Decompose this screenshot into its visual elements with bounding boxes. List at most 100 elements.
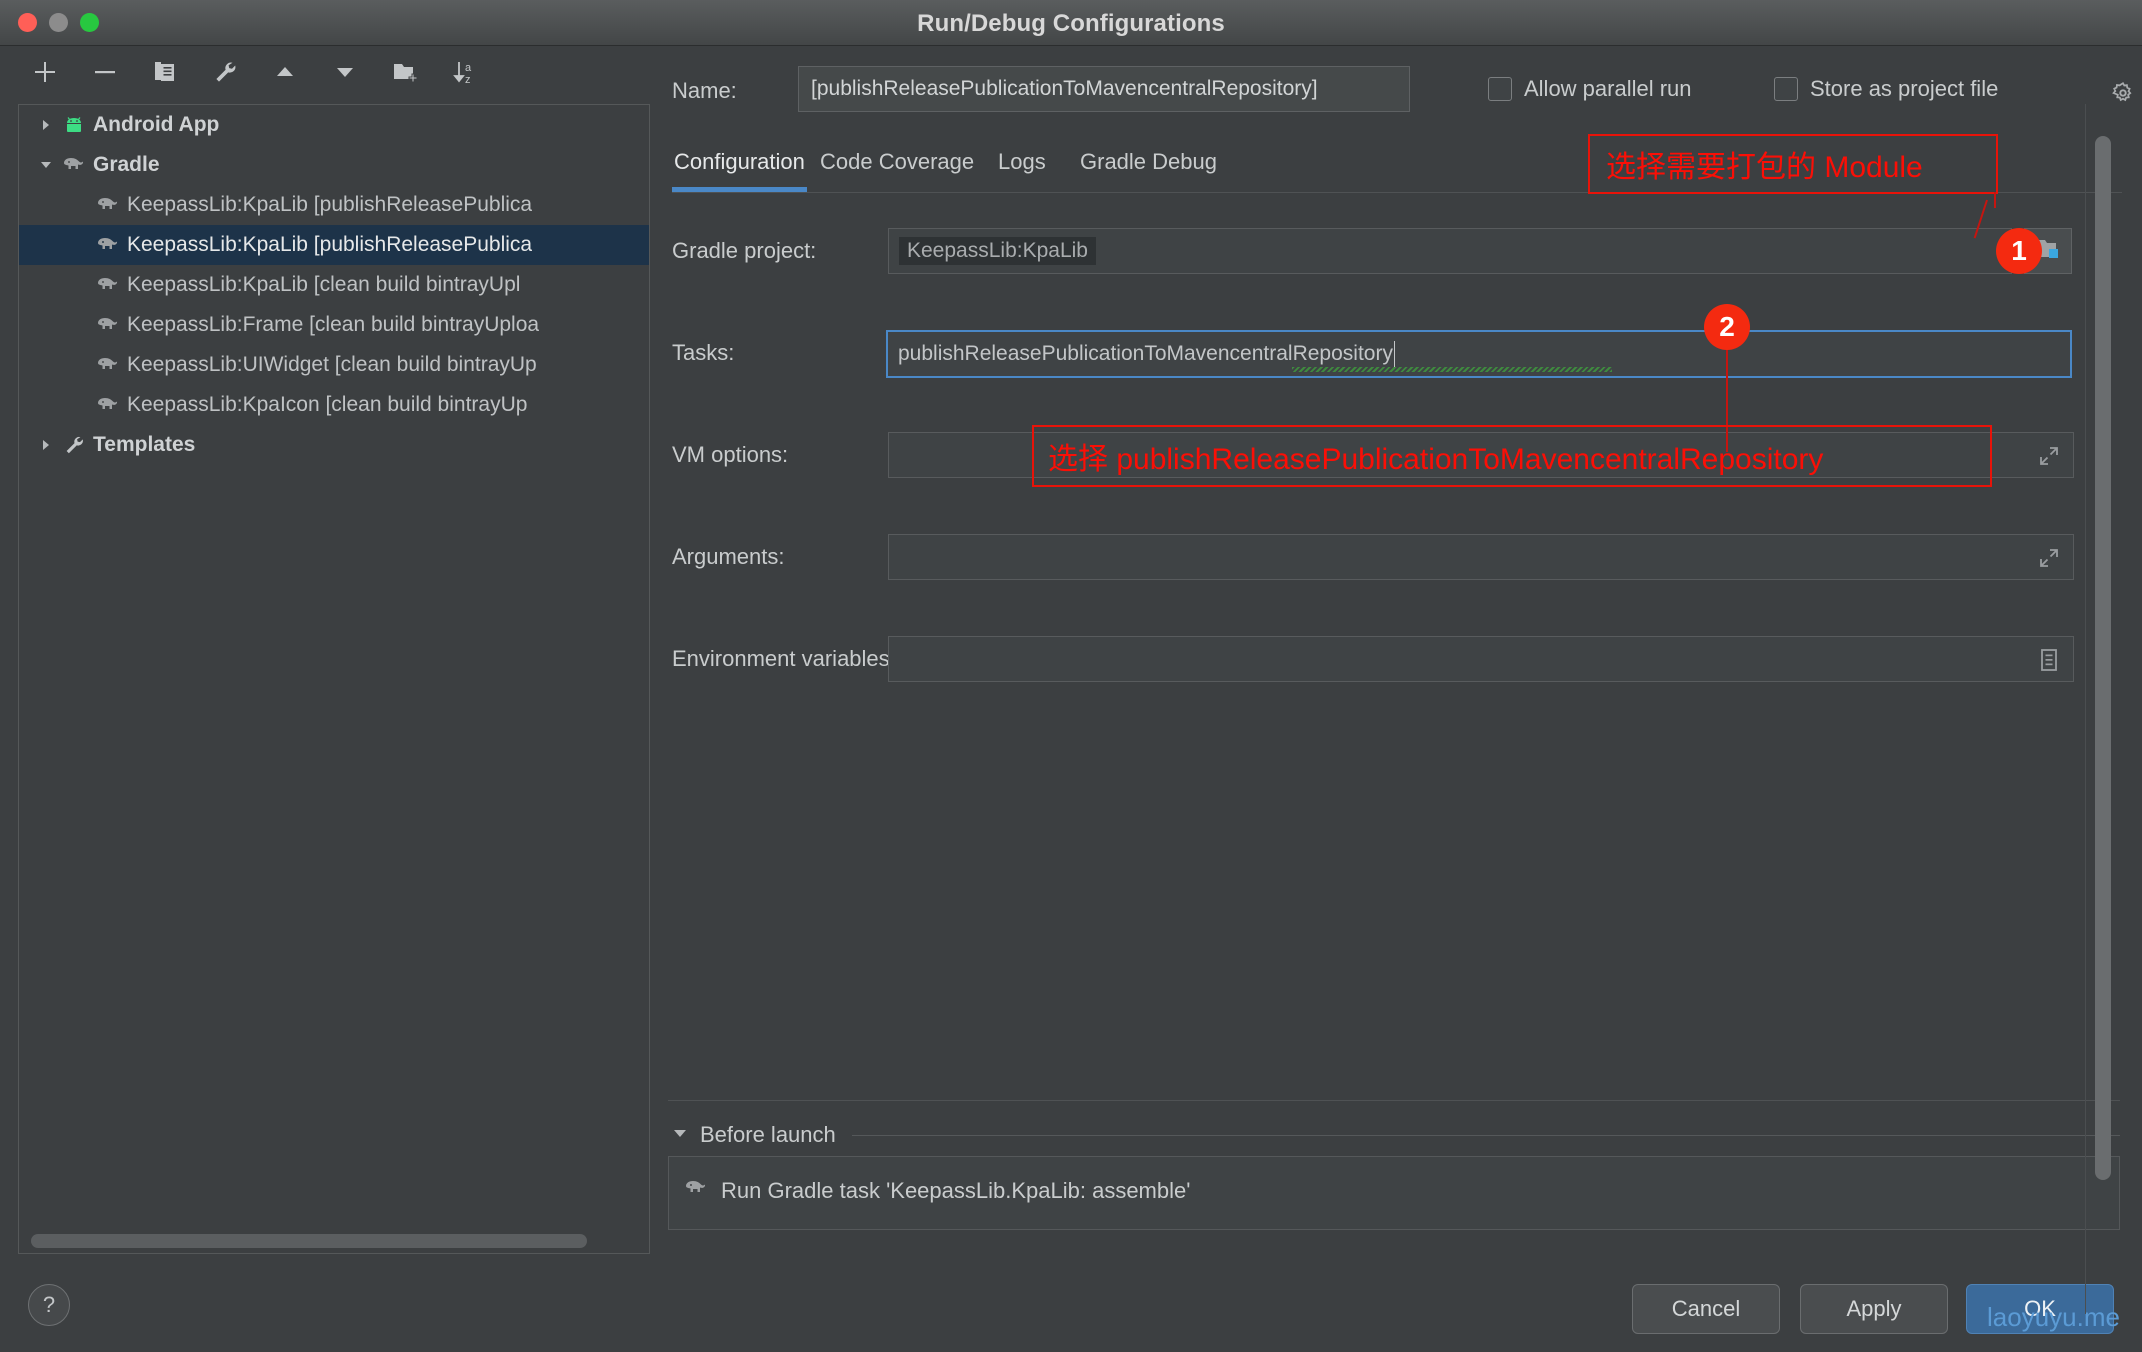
remove-configuration-button[interactable]	[86, 54, 124, 90]
tasks-label: Tasks:	[672, 340, 735, 365]
tree-item-label: KeepassLib:KpaLib [publishReleasePublica	[127, 193, 533, 216]
gradle-elephant-icon	[93, 395, 123, 415]
arguments-row: Arguments:	[672, 534, 2074, 580]
window-titlebar: Run/Debug Configurations	[0, 0, 2142, 46]
gradle-elephant-icon	[93, 195, 123, 215]
tree-item-label: KeepassLib:KpaIcon [clean build bintrayU…	[127, 393, 528, 416]
gradle-elephant-icon	[93, 235, 123, 255]
tree-item-config-3[interactable]: KeepassLib:Frame [clean build bintrayUpl…	[19, 305, 649, 345]
configuration-form: Gradle project: KeepassLib:KpaLib Tasks:	[652, 196, 2074, 836]
tree-item-label: Gradle	[93, 153, 160, 176]
configurations-tree-panel: Android App Gradle KeepassLib:KpaLib [pu…	[18, 104, 650, 1254]
expand-arrows-icon[interactable]	[2026, 434, 2072, 478]
gear-icon[interactable]	[2110, 80, 2136, 111]
allow-parallel-run-label: Allow parallel run	[1524, 76, 1692, 101]
annotation-leader-1a	[1994, 192, 1996, 208]
tree-item-android-app[interactable]: Android App	[19, 105, 649, 145]
add-configuration-button[interactable]	[26, 54, 64, 90]
gradle-elephant-icon	[93, 275, 123, 295]
tree-item-config-5[interactable]: KeepassLib:KpaIcon [clean build bintrayU…	[19, 385, 649, 425]
before-launch-rule	[852, 1135, 2120, 1136]
gradle-elephant-icon	[93, 355, 123, 375]
gradle-elephant-icon	[683, 1178, 709, 1204]
tab-label: Configuration	[674, 149, 805, 174]
arguments-input[interactable]	[888, 534, 2074, 580]
configurations-toolbar: a z	[0, 46, 650, 98]
environment-variables-input[interactable]	[888, 636, 2074, 682]
move-down-button[interactable]	[326, 54, 364, 90]
gradle-project-label: Gradle project:	[672, 238, 817, 263]
help-button[interactable]: ?	[28, 1284, 70, 1326]
tree-item-label: Android App	[93, 113, 220, 136]
pane-divider	[2085, 104, 2086, 1314]
tree-item-gradle[interactable]: Gradle	[19, 145, 649, 185]
tree-item-templates[interactable]: Templates	[19, 425, 649, 465]
android-icon	[59, 113, 89, 137]
vm-options-label: VM options:	[672, 442, 789, 467]
svg-text:a: a	[465, 62, 472, 74]
annotation-badge-1: 1	[1996, 228, 2042, 274]
gradle-project-input[interactable]: KeepassLib:KpaLib	[888, 228, 2012, 274]
gradle-elephant-icon	[93, 315, 123, 335]
name-label: Name:	[672, 78, 737, 103]
gradle-project-row: Gradle project: KeepassLib:KpaLib	[672, 228, 2072, 274]
wrench-icon	[59, 433, 89, 457]
chevron-down-icon[interactable]	[33, 158, 59, 172]
sort-button[interactable]: a z	[446, 54, 484, 90]
before-launch-list[interactable]: Run Gradle task 'KeepassLib.KpaLib: asse…	[668, 1156, 2120, 1230]
arguments-label: Arguments:	[672, 544, 785, 569]
annotation-badge-2: 2	[1704, 304, 1750, 350]
annotation-task-text: 选择 publishReleasePublicationToMavencentr…	[1048, 443, 1824, 476]
chevron-right-icon[interactable]	[33, 118, 59, 132]
annotation-module-text: 选择需要打包的 Module	[1606, 151, 1923, 184]
tree-item-label: Templates	[93, 433, 196, 456]
list-edit-icon[interactable]	[2026, 638, 2072, 682]
new-folder-button[interactable]	[386, 54, 424, 90]
before-launch-item-label: Run Gradle task 'KeepassLib.KpaLib: asse…	[721, 1178, 1191, 1203]
tree-item-label: KeepassLib:KpaLib [clean build bintrayUp…	[127, 273, 521, 296]
watermark: laoyuyu.me	[1987, 1302, 2120, 1332]
copy-configuration-button[interactable]	[146, 54, 184, 90]
text-caret	[1393, 341, 1395, 367]
tree-item-config-1[interactable]: KeepassLib:KpaLib [publishReleasePublica	[19, 225, 649, 265]
tree-horizontal-scrollbar[interactable]	[31, 1234, 587, 1248]
triangle-down-icon[interactable]	[672, 1125, 688, 1146]
tab-code-coverage[interactable]: Code Coverage	[818, 134, 976, 190]
svg-text:z: z	[465, 74, 471, 86]
tree-item-label: KeepassLib:UIWidget [clean build bintray…	[127, 353, 537, 376]
cancel-button[interactable]: Cancel	[1632, 1284, 1780, 1334]
tree-item-config-2[interactable]: KeepassLib:KpaLib [clean build bintrayUp…	[19, 265, 649, 305]
before-launch-separator	[668, 1100, 2120, 1101]
name-input[interactable]	[798, 66, 1410, 112]
before-launch-header[interactable]: Before launch	[672, 1122, 836, 1148]
spellcheck-squiggle	[1292, 367, 1612, 372]
apply-button[interactable]: Apply	[1800, 1284, 1948, 1334]
tasks-input[interactable]: publishReleasePublicationToMavencentralR…	[886, 330, 2072, 378]
run-debug-configurations-dialog: Run/Debug Configurations a z Android App…	[0, 0, 2142, 1352]
environment-variables-label: Environment variables:	[672, 646, 896, 671]
tab-logs[interactable]: Logs	[996, 134, 1048, 190]
expand-arrows-icon[interactable]	[2026, 536, 2072, 580]
tree-item-config-4[interactable]: KeepassLib:UIWidget [clean build bintray…	[19, 345, 649, 385]
tree-item-config-0[interactable]: KeepassLib:KpaLib [publishReleasePublica	[19, 185, 649, 225]
store-as-project-file-label: Store as project file	[1810, 76, 1999, 101]
move-up-button[interactable]	[266, 54, 304, 90]
annotation-box-module: 选择需要打包的 Module	[1588, 134, 1998, 194]
tab-gradle-debug[interactable]: Gradle Debug	[1078, 134, 1219, 190]
checkbox-box[interactable]	[1488, 77, 1512, 101]
tab-label: Logs	[998, 149, 1046, 174]
annotation-box-task: 选择 publishReleasePublicationToMavencentr…	[1032, 425, 1992, 487]
tab-label: Gradle Debug	[1080, 149, 1217, 174]
store-as-project-file-checkbox[interactable]: Store as project file	[1774, 76, 1998, 102]
vertical-scrollbar[interactable]	[2095, 136, 2111, 1180]
chevron-right-icon[interactable]	[33, 438, 59, 452]
edit-templates-button[interactable]	[206, 54, 244, 90]
tab-configuration[interactable]: Configuration	[672, 134, 807, 192]
configurations-tree[interactable]: Android App Gradle KeepassLib:KpaLib [pu…	[19, 105, 649, 1231]
before-launch-item[interactable]: Run Gradle task 'KeepassLib.KpaLib: asse…	[669, 1169, 2119, 1213]
allow-parallel-run-checkbox[interactable]: Allow parallel run	[1488, 76, 1692, 102]
gradle-elephant-icon	[59, 155, 89, 175]
checkbox-box[interactable]	[1774, 77, 1798, 101]
before-launch-title: Before launch	[700, 1122, 836, 1147]
tab-label: Code Coverage	[820, 149, 975, 174]
